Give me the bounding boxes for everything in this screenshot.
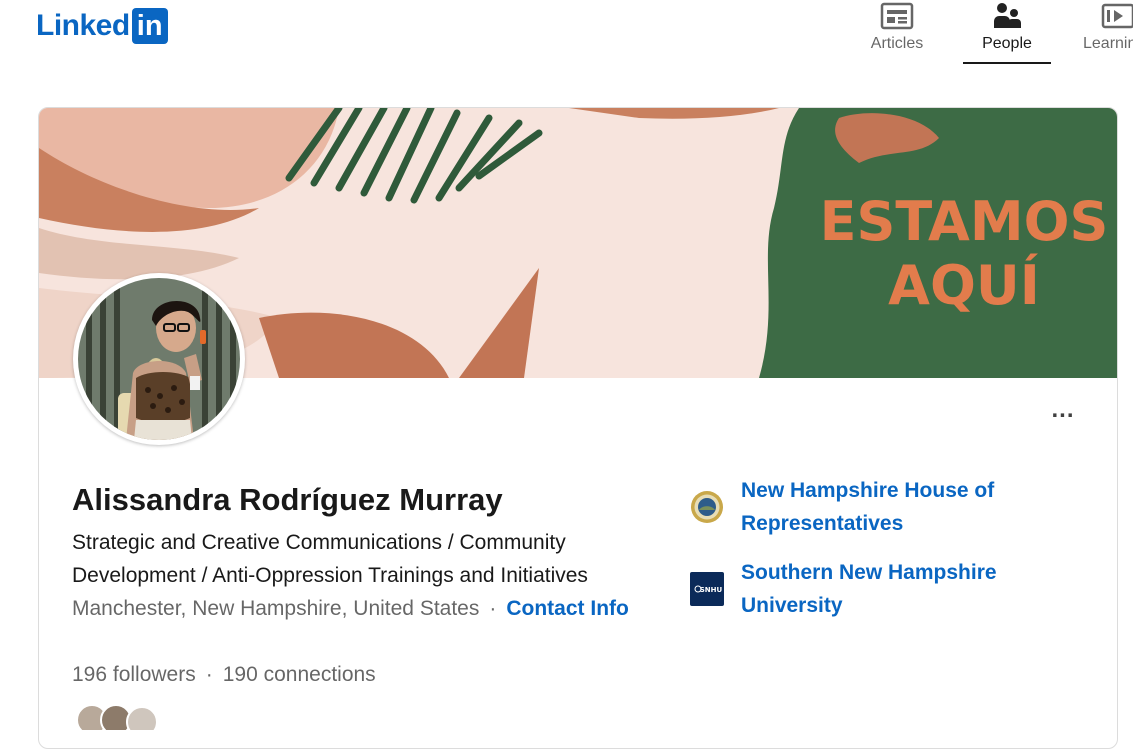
profile-stats: 196 followers · 190 connections <box>72 658 376 691</box>
snhu-logo-icon: SNHU <box>690 572 724 606</box>
profile-name: Alissandra Rodríguez Murray <box>72 482 503 517</box>
nav-articles[interactable]: Articles <box>866 0 928 62</box>
org-item-snhu[interactable]: SNHU Southern New Hampshire University <box>690 556 1041 622</box>
separator-dot: · <box>489 597 497 620</box>
top-navigation-bar: Linked in Articles People Learning <box>0 0 1133 64</box>
logo-in-box: in <box>131 8 168 44</box>
profile-headline: Strategic and Creative Communications / … <box>72 531 588 587</box>
banner-text-line1: ESTAMOS <box>820 190 1109 253</box>
nav-learning-label: Learning <box>1083 35 1133 52</box>
learning-icon <box>1101 3 1133 29</box>
banner-text-line2: AQUÍ <box>888 254 1040 317</box>
profile-location-line: Manchester, New Hampshire, United States… <box>72 592 642 625</box>
nav-articles-label: Articles <box>870 35 924 52</box>
contact-info-link[interactable]: Contact Info <box>506 597 628 620</box>
profile-location: Manchester, New Hampshire, United States <box>72 597 480 620</box>
profile-photo[interactable] <box>73 273 245 445</box>
linkedin-logo[interactable]: Linked in <box>36 8 168 44</box>
mutual-connections-avatars[interactable] <box>72 700 182 730</box>
logo-wordmark: Linked <box>36 9 130 42</box>
profile-photo-image <box>78 278 240 440</box>
people-icon <box>994 3 1021 28</box>
nh-house-seal-icon <box>691 491 723 523</box>
connections-count[interactable]: 190 connections <box>223 663 376 686</box>
separator-dot-2: · <box>205 663 213 686</box>
articles-icon <box>880 2 914 30</box>
nav-learning[interactable]: Learning <box>1083 0 1133 62</box>
nav-people-label: People <box>982 35 1032 52</box>
followers-count[interactable]: 196 followers <box>72 663 196 686</box>
more-options-button[interactable]: ... <box>1043 396 1083 424</box>
org-name-snhu: Southern New Hampshire University <box>741 561 997 617</box>
org-item-nh-house[interactable]: New Hampshire House of Representatives <box>690 474 1041 540</box>
more-options-icon: ... <box>1051 396 1075 423</box>
org-name-nh-house: New Hampshire House of Representatives <box>741 479 995 535</box>
nav-people[interactable]: People <box>963 0 1051 64</box>
svg-text:SNHU: SNHU <box>700 586 723 594</box>
